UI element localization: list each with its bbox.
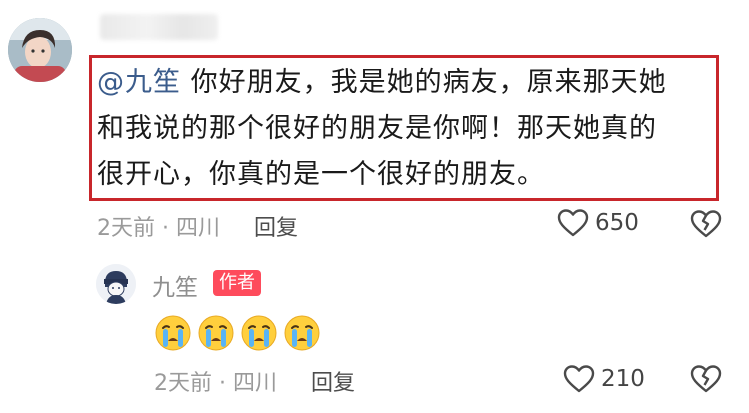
crying-emoji: [241, 315, 277, 351]
reply-like-count: 210: [601, 366, 645, 392]
reply-button[interactable]: 回复: [254, 210, 298, 242]
dislike-button[interactable]: [690, 209, 722, 243]
like-count: 650: [595, 210, 639, 236]
crying-emoji: [284, 315, 320, 351]
crying-emoji: [155, 315, 191, 351]
broken-heart-icon: [690, 365, 722, 393]
reply-time-location: 2天前 · 四川: [154, 371, 277, 396]
like-button[interactable]: 650: [557, 208, 639, 238]
reply-meta: 2天前 · 四川 回复: [154, 365, 355, 397]
broken-heart-icon: [690, 210, 722, 238]
heart-icon: [563, 365, 595, 393]
comment-line-2: 和我说的那个很好的朋友是你啊！那天她真的: [97, 113, 657, 144]
reply-dislike-button[interactable]: [690, 364, 722, 398]
heart-icon: [557, 209, 589, 237]
commenter-avatar[interactable]: [8, 18, 72, 82]
comment-text: @九笙 你好朋友，我是她的病友，原来那天她 和我说的那个很好的朋友是你啊！那天她…: [97, 60, 712, 198]
author-username[interactable]: 九笙: [152, 268, 198, 302]
commenter-username-blurred[interactable]: [100, 14, 218, 40]
crying-emoji: [198, 315, 234, 351]
comment-line-1: @九笙 你好朋友，我是她的病友，原来那天她: [97, 67, 667, 98]
mention-link[interactable]: @九笙: [97, 67, 181, 98]
comment-line-3: 很开心，你真的是一个很好的朋友。: [97, 159, 545, 190]
reply-like-button[interactable]: 210: [563, 364, 645, 394]
comment-time-location: 2天前 · 四川: [97, 216, 220, 241]
reply-emoji-row: [154, 314, 321, 352]
author-avatar[interactable]: [96, 264, 136, 304]
author-badge: 作者: [213, 270, 261, 296]
comment-meta: 2天前 · 四川 回复: [97, 210, 298, 242]
reply-reply-button[interactable]: 回复: [311, 365, 355, 397]
